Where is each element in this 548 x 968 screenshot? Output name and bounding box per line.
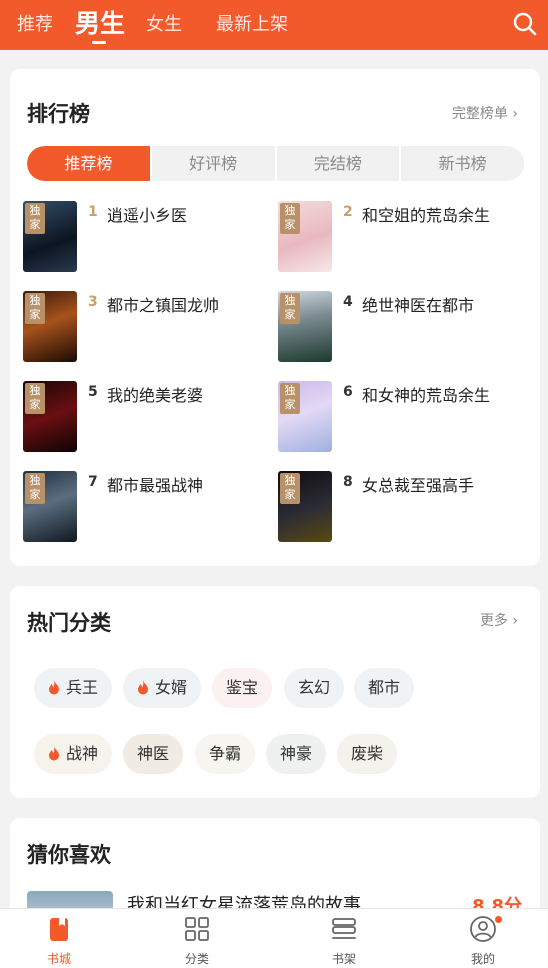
- bottom-nav: 书城 分类 书架 我的: [0, 908, 548, 968]
- category-tag[interactable]: 女婿: [123, 668, 202, 708]
- book-cover[interactable]: 独家: [278, 381, 332, 452]
- nav-label: 分类: [184, 952, 209, 966]
- book-cover[interactable]: 独家: [278, 471, 332, 542]
- categories-card: 热门分类 更多 › 兵王 女婿 鉴宝 玄幻 都市 战神 神医 争霸 神豪 废柴: [10, 586, 540, 798]
- book-item[interactable]: 独家 6 和女神的荒岛余生: [278, 381, 528, 453]
- book-title[interactable]: 逍遥小乡医: [107, 202, 187, 226]
- tab-rating-ranking[interactable]: 好评榜: [149, 146, 275, 181]
- category-tag[interactable]: 鉴宝: [212, 668, 273, 708]
- fire-icon: [138, 680, 148, 695]
- tab-completed-ranking[interactable]: 完结榜: [274, 146, 400, 181]
- tab-female[interactable]: 女生: [146, 10, 182, 36]
- book-title[interactable]: 和女神的荒岛余生: [362, 382, 490, 406]
- nav-label: 我的: [470, 952, 495, 966]
- book-title[interactable]: 我的绝美老婆: [107, 382, 203, 406]
- fire-icon: [49, 680, 59, 695]
- tab-new-book-ranking[interactable]: 新书榜: [399, 146, 524, 181]
- rank-number: 7: [88, 474, 98, 490]
- book-title[interactable]: 都市最强战神: [107, 472, 203, 496]
- active-tab-indicator: [92, 41, 106, 44]
- top-nav: 推荐 男生 女生 最新上架: [0, 0, 548, 50]
- nav-profile[interactable]: 我的: [443, 909, 523, 968]
- full-ranking-link[interactable]: 完整榜单 ›: [452, 103, 518, 123]
- nav-label: 书架: [331, 952, 356, 966]
- exclusive-badge: 独家: [25, 203, 45, 234]
- nav-label: 书城: [46, 952, 71, 966]
- recommend-title: 猜你喜欢: [27, 843, 111, 867]
- category-tag[interactable]: 废柴: [337, 734, 398, 774]
- exclusive-badge: 独家: [280, 383, 300, 414]
- tab-male[interactable]: 男生: [75, 4, 125, 40]
- more-categories-link[interactable]: 更多 ›: [480, 610, 518, 630]
- book-item[interactable]: 独家 8 女总裁至强高手: [278, 471, 528, 543]
- exclusive-badge: 独家: [280, 473, 300, 504]
- book-cover[interactable]: 独家: [23, 471, 77, 542]
- fire-icon: [49, 746, 59, 761]
- search-icon[interactable]: [512, 11, 538, 37]
- book-item[interactable]: 独家 5 我的绝美老婆: [23, 381, 273, 453]
- book-item[interactable]: 独家 7 都市最强战神: [23, 471, 273, 543]
- categories-title: 热门分类: [27, 611, 111, 635]
- rank-number: 4: [343, 294, 353, 310]
- book-cover[interactable]: 独家: [278, 291, 332, 362]
- rank-number: 8: [343, 474, 353, 490]
- book-item[interactable]: 独家 2 和空姐的荒岛余生: [278, 201, 528, 273]
- rank-number: 6: [343, 384, 353, 400]
- exclusive-badge: 独家: [25, 293, 45, 324]
- bookshelf-icon: [332, 918, 356, 939]
- exclusive-badge: 独家: [25, 383, 45, 414]
- category-tag[interactable]: 神医: [123, 734, 184, 774]
- book-item[interactable]: 独家 4 绝世神医在都市: [278, 291, 528, 363]
- book-item[interactable]: 独家 1 逍遥小乡医: [23, 201, 273, 273]
- rank-number: 2: [343, 204, 353, 220]
- exclusive-badge: 独家: [280, 293, 300, 324]
- book-title[interactable]: 女总裁至强高手: [362, 472, 474, 496]
- book-cover[interactable]: 独家: [23, 291, 77, 362]
- rank-number: 1: [88, 204, 98, 220]
- category-tag[interactable]: 神豪: [266, 734, 327, 774]
- tab-recommend[interactable]: 推荐: [17, 10, 53, 36]
- category-tag[interactable]: 兵王: [34, 668, 113, 708]
- book-icon: [50, 918, 68, 941]
- book-title[interactable]: 都市之镇国龙帅: [107, 292, 219, 316]
- book-title[interactable]: 绝世神医在都市: [362, 292, 474, 316]
- rank-number: 3: [88, 294, 98, 310]
- category-tag[interactable]: 争霸: [195, 734, 256, 774]
- book-cover[interactable]: 独家: [278, 201, 332, 272]
- exclusive-badge: 独家: [280, 203, 300, 234]
- rank-number: 5: [88, 384, 98, 400]
- category-tag[interactable]: 都市: [354, 668, 415, 708]
- book-title[interactable]: 和空姐的荒岛余生: [362, 202, 490, 226]
- nav-bookshelf[interactable]: 书架: [304, 909, 384, 968]
- ranking-title: 排行榜: [27, 102, 90, 126]
- tab-recommend-ranking[interactable]: 推荐榜: [27, 146, 150, 181]
- book-cover[interactable]: 独家: [23, 381, 77, 452]
- grid-icon: [185, 917, 209, 941]
- ranking-tabs: 推荐榜 好评榜 完结榜 新书榜: [27, 146, 524, 181]
- tab-new-releases[interactable]: 最新上架: [216, 10, 288, 36]
- nav-category[interactable]: 分类: [157, 909, 237, 968]
- ranking-card: 排行榜 完整榜单 › 推荐榜 好评榜 完结榜 新书榜 独家 1 逍遥小乡医 独家…: [10, 69, 540, 566]
- category-tag[interactable]: 玄幻: [284, 668, 345, 708]
- book-item[interactable]: 独家 3 都市之镇国龙帅: [23, 291, 273, 363]
- exclusive-badge: 独家: [25, 473, 45, 504]
- nav-bookstore[interactable]: 书城: [19, 909, 99, 968]
- notification-dot: [494, 915, 503, 924]
- user-icon: [470, 916, 496, 942]
- book-cover[interactable]: 独家: [23, 201, 77, 272]
- category-tag[interactable]: 战神: [34, 734, 113, 774]
